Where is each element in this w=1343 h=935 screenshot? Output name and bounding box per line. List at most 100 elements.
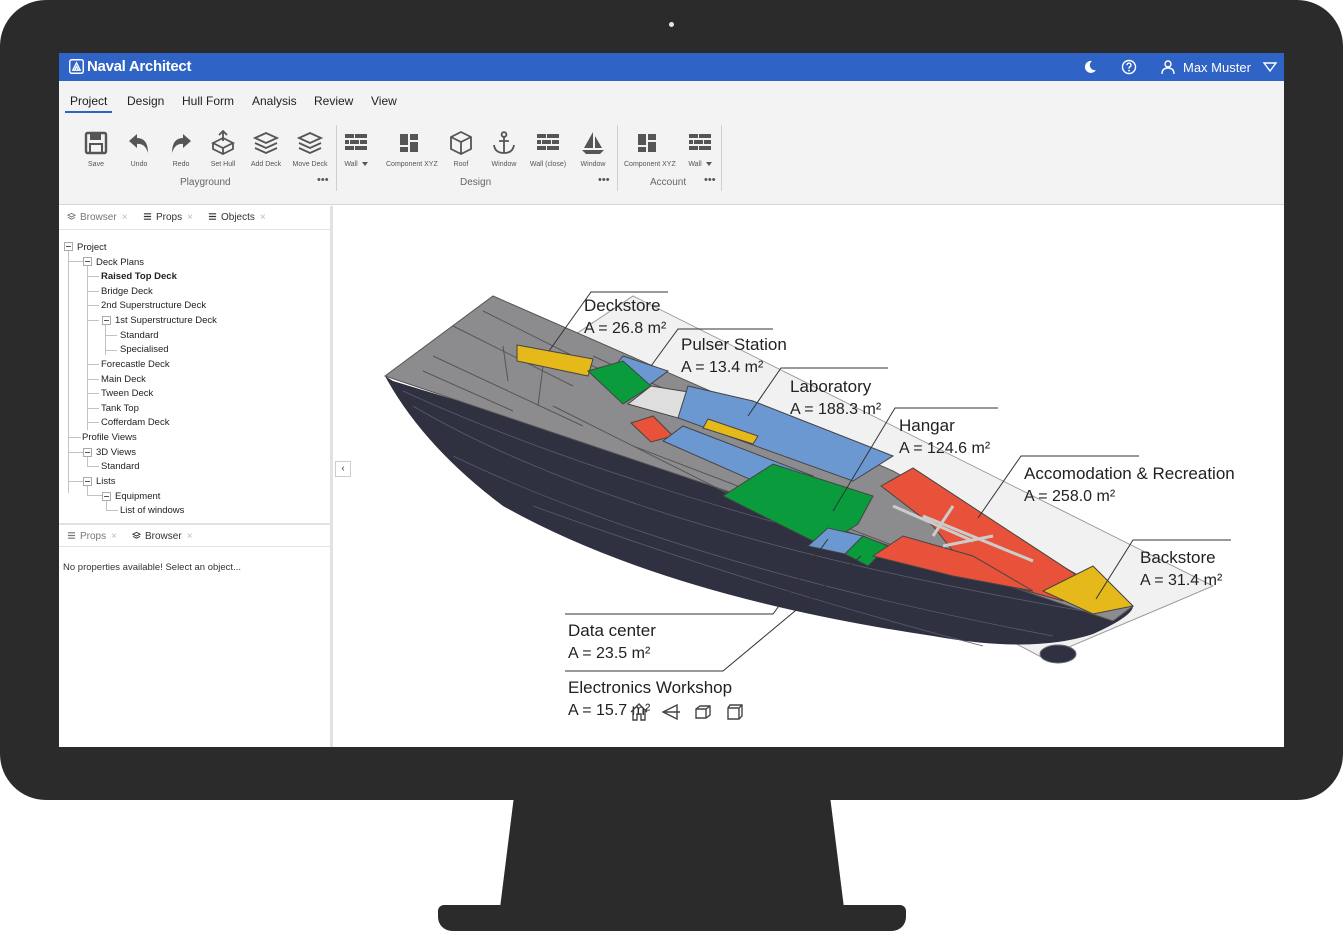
close-icon[interactable]: ×	[187, 531, 193, 542]
moon-icon[interactable]	[1082, 59, 1098, 75]
user-icon[interactable]	[1160, 59, 1176, 75]
group-label-account: Account	[650, 177, 687, 188]
tree-line	[87, 305, 99, 306]
home-icon[interactable]	[628, 701, 650, 723]
tree-item-main-deck[interactable]: Main Deck	[101, 374, 146, 385]
wall-close-button[interactable]: Wall (close)	[525, 129, 571, 181]
cube-icon	[450, 130, 472, 156]
wall-button-label: Wall	[333, 161, 379, 168]
left-panel: Browser × Props × Objects × Project Deck…	[59, 206, 333, 747]
roof-button[interactable]: Roof	[438, 129, 484, 181]
close-icon[interactable]: ×	[111, 531, 117, 542]
tree-toggle[interactable]	[83, 257, 92, 266]
close-icon[interactable]: ×	[187, 212, 193, 223]
iso-view-icon[interactable]	[724, 701, 746, 723]
tree-item-deck-plans[interactable]: Deck Plans	[96, 257, 144, 268]
tree-toggle[interactable]	[83, 477, 92, 486]
wall-button[interactable]: Wall	[333, 129, 379, 181]
tree-item-standard[interactable]: Standard	[120, 330, 159, 341]
tree-item-profile-views[interactable]: Profile Views	[82, 432, 137, 443]
collapse-panel-button[interactable]: ‹	[335, 461, 351, 477]
group-label-design: Design	[460, 177, 492, 188]
tree-item-2nd-superstructure-deck[interactable]: 2nd Superstructure Deck	[101, 300, 206, 311]
component-xyz-button-label: Component XYZ	[386, 161, 438, 168]
window-anchor-button[interactable]: Window	[481, 129, 527, 181]
tree-item-tank-top[interactable]: Tank Top	[101, 403, 139, 414]
dropdown-triangle-icon[interactable]	[1262, 59, 1278, 75]
group-separator	[617, 125, 618, 191]
tree-toggle[interactable]	[102, 316, 111, 325]
close-icon[interactable]: ×	[122, 212, 128, 223]
tree-item-project[interactable]: Project	[77, 242, 107, 253]
undo-button[interactable]: Undo	[116, 129, 162, 181]
tab-props[interactable]: Props ×	[143, 212, 193, 223]
tree-item-list-of-windows[interactable]: List of windows	[120, 505, 184, 516]
close-icon[interactable]: ×	[260, 212, 266, 223]
no-properties-message: No properties available! Select an objec…	[63, 562, 241, 573]
app-logo-icon	[69, 59, 84, 74]
component-xyz-button[interactable]: Component XYZ	[386, 129, 438, 181]
tree-item-tween-deck[interactable]: Tween Deck	[101, 388, 153, 399]
layers-icon	[296, 132, 324, 154]
3d-viewport[interactable]: Deckstore A = 26.8 m² Pulser Station A =…	[333, 206, 1284, 747]
top-view-icon[interactable]	[692, 701, 714, 723]
save-button-label: Save	[88, 161, 104, 168]
tree-line	[87, 466, 99, 467]
tab-review[interactable]: Review	[314, 94, 353, 108]
tree-item-3d-views[interactable]: 3D Views	[96, 447, 136, 458]
tree-toggle[interactable]	[102, 492, 111, 501]
tree-line	[105, 350, 117, 351]
group-more-playground[interactable]: •••	[317, 174, 329, 186]
app-title: Naval Architect	[87, 58, 192, 75]
label-laboratory-name: Laboratory	[790, 377, 872, 396]
hull-box-icon	[210, 129, 236, 156]
tab-browser[interactable]: Browser ×	[66, 212, 128, 223]
tree-line	[68, 481, 83, 482]
window-sailboat-button-label: Window	[580, 161, 606, 168]
group-more-account[interactable]: •••	[704, 174, 716, 186]
tree-item-forecastle-deck[interactable]: Forecastle Deck	[101, 359, 170, 370]
set-hull-button[interactable]: Set Hull	[200, 129, 246, 181]
tree-line	[68, 261, 83, 262]
tab-design[interactable]: Design	[127, 94, 164, 108]
monitor-stand-neck	[500, 798, 844, 908]
tree-item-equipment[interactable]: Equipment	[115, 491, 160, 502]
save-button[interactable]: Save	[73, 129, 119, 181]
user-name[interactable]: Max Muster	[1183, 60, 1251, 75]
component-xyz-account-button[interactable]: Component XYZ	[624, 129, 676, 181]
tree-line	[87, 422, 99, 423]
group-more-design[interactable]: •••	[598, 174, 610, 186]
redo-button-label: Redo	[172, 161, 190, 168]
tab-objects[interactable]: Objects ×	[208, 212, 266, 223]
tree-item-standard-view[interactable]: Standard	[101, 461, 140, 472]
tree-toggle[interactable]	[83, 448, 92, 457]
tree-item-bridge-deck[interactable]: Bridge Deck	[101, 286, 153, 297]
tab-analysis[interactable]: Analysis	[252, 94, 297, 108]
redo-button[interactable]: Redo	[158, 129, 204, 181]
layers-icon	[131, 531, 142, 539]
side-view-icon[interactable]	[660, 701, 682, 723]
tree-line	[87, 364, 99, 365]
tree-item-cofferdam-deck[interactable]: Cofferdam Deck	[101, 417, 169, 428]
wall-account-button[interactable]: Wall	[677, 129, 723, 181]
tree-item-1st-superstructure-deck[interactable]: 1st Superstructure Deck	[115, 315, 217, 326]
tree-item-specialised[interactable]: Specialised	[120, 344, 169, 355]
tab-browser-lower[interactable]: Browser ×	[131, 531, 193, 542]
help-icon[interactable]	[1121, 59, 1137, 75]
tree-line	[87, 291, 99, 292]
tree-line	[87, 408, 99, 409]
add-deck-button[interactable]: Add Deck	[243, 129, 289, 181]
tree-toggle[interactable]	[64, 242, 73, 251]
tab-hull-form[interactable]: Hull Form	[182, 94, 234, 108]
redo-arrow-icon	[172, 134, 191, 153]
tree-item-lists[interactable]: Lists	[96, 476, 116, 487]
tree-line	[87, 379, 99, 380]
group-label-playground: Playground	[180, 177, 231, 188]
brick-wall-icon	[689, 134, 711, 150]
tree-line	[105, 335, 117, 336]
label-pulser-name: Pulser Station	[681, 335, 787, 354]
tab-project[interactable]: Project	[70, 94, 107, 108]
tree-item-raised-top-deck[interactable]: Raised Top Deck	[101, 271, 177, 282]
tab-props-lower[interactable]: Props ×	[67, 531, 117, 542]
tab-view[interactable]: View	[371, 94, 397, 108]
